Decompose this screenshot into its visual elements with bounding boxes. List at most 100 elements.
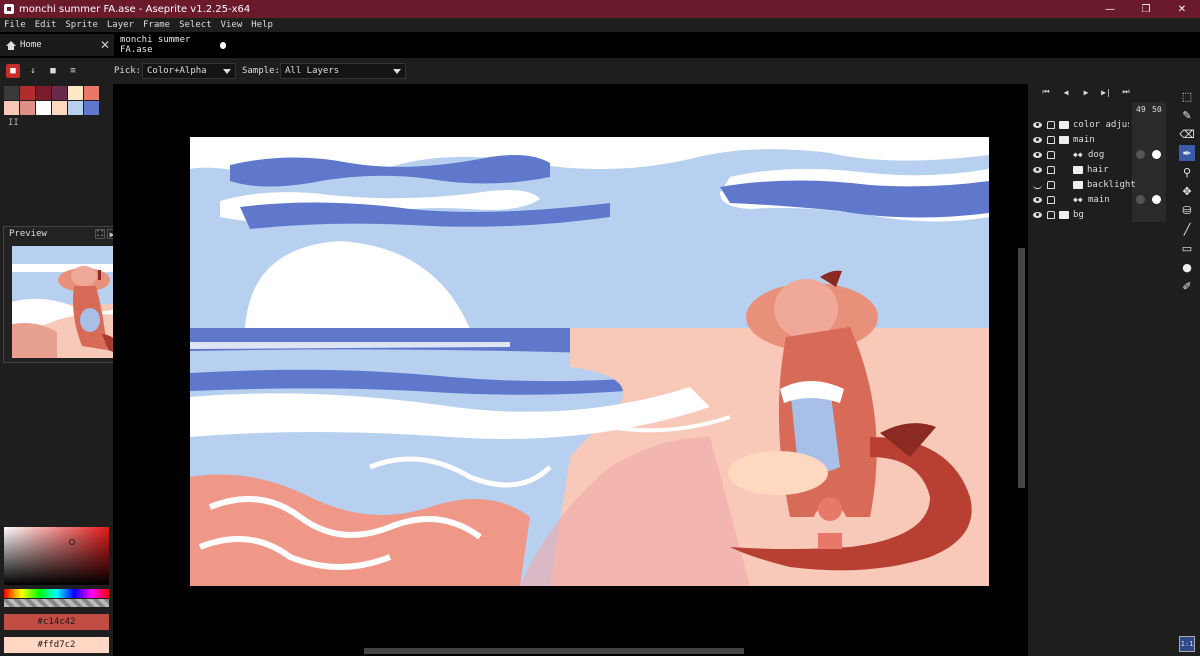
eyedropper-tool-icon[interactable]: ✒	[1179, 145, 1195, 161]
palette-swatch[interactable]	[52, 86, 67, 100]
palette-handle[interactable]: II	[8, 118, 19, 128]
save-icon[interactable]: ■	[46, 64, 60, 78]
eraser-tool-icon[interactable]: ⌫	[1179, 126, 1195, 142]
layer-row[interactable]: hair	[1032, 162, 1170, 177]
palette-swatch[interactable]	[36, 101, 51, 115]
layer-row[interactable]: color adjust	[1032, 117, 1170, 132]
color-cursor[interactable]	[69, 539, 75, 545]
background-color-hex: #ffd7c2	[37, 640, 76, 650]
layer-name: main	[1073, 134, 1095, 145]
visibility-eye-icon[interactable]	[1032, 166, 1044, 174]
palette-swatch[interactable]	[84, 101, 99, 115]
window-title: monchi summer FA.ase - Aseprite v1.2.25-…	[19, 3, 251, 15]
tab-file[interactable]: monchi summer FA.ase	[114, 34, 226, 56]
arrow-down-icon[interactable]: ↓	[26, 64, 40, 78]
visibility-eye-icon[interactable]	[1032, 196, 1044, 204]
lock-icon[interactable]	[1047, 210, 1055, 219]
layer-row[interactable]: ◆◆ main	[1032, 192, 1170, 207]
hue-slider[interactable]	[4, 589, 109, 598]
foreground-color-button[interactable]: #c14c42	[4, 614, 109, 630]
palette-swatch[interactable]	[84, 86, 99, 100]
menu-icon[interactable]: ≡	[66, 64, 80, 78]
layer-row[interactable]: main	[1032, 132, 1170, 147]
menu-bar: File Edit Sprite Layer Frame Select View…	[0, 18, 1200, 32]
lock-icon[interactable]	[1047, 135, 1055, 144]
cel-marker[interactable]	[1136, 195, 1145, 204]
lock-icon[interactable]	[1047, 180, 1055, 189]
lock-alpha-icon[interactable]: ■	[6, 64, 20, 78]
last-frame-button[interactable]: ⏭	[1116, 86, 1136, 98]
play-button[interactable]: ▶	[1076, 86, 1096, 98]
maximize-button[interactable]: ❐	[1128, 0, 1164, 18]
vertical-scrollbar[interactable]	[1018, 248, 1025, 488]
menu-sprite[interactable]: Sprite	[65, 20, 98, 30]
layer-row[interactable]: ◆◆ dog	[1032, 147, 1170, 162]
lock-icon[interactable]	[1047, 120, 1055, 129]
next-frame-button[interactable]: ▶|	[1096, 86, 1116, 98]
first-frame-button[interactable]: ⏮	[1036, 86, 1056, 98]
sample-select[interactable]: All Layers	[280, 63, 406, 79]
menu-file[interactable]: File	[4, 20, 26, 30]
close-button[interactable]: ✕	[1164, 0, 1200, 18]
fullscreen-icon[interactable]: ⛶	[95, 229, 105, 239]
background-color-button[interactable]: #ffd7c2	[4, 637, 109, 653]
rectangle-tool-icon[interactable]: ▭	[1179, 240, 1195, 256]
menu-view[interactable]: View	[221, 20, 243, 30]
folder-icon	[1073, 165, 1083, 174]
home-icon	[6, 40, 16, 50]
cel-marker[interactable]	[1152, 195, 1161, 204]
tab-bar: Home ✕ monchi summer FA.ase	[0, 32, 1200, 58]
paint-bucket-tool-icon[interactable]: ⛁	[1179, 202, 1195, 218]
color-field[interactable]	[4, 527, 109, 585]
previous-frame-button[interactable]: ◀	[1056, 86, 1076, 98]
palette-swatch[interactable]	[68, 86, 83, 100]
palette-swatch[interactable]	[36, 86, 51, 100]
minimize-button[interactable]: —	[1092, 0, 1128, 18]
horizontal-scrollbar[interactable]	[364, 648, 744, 654]
layer-name: dog	[1088, 149, 1105, 160]
visibility-eye-icon[interactable]	[1032, 121, 1044, 129]
sprite-canvas[interactable]	[190, 137, 989, 586]
palette-swatch[interactable]	[4, 86, 19, 100]
visibility-eye-icon[interactable]	[1032, 181, 1044, 189]
menu-edit[interactable]: Edit	[35, 20, 57, 30]
palette-swatch[interactable]	[68, 101, 83, 115]
tab-home[interactable]: Home ✕	[0, 34, 114, 56]
line-tool-icon[interactable]: ╱	[1179, 221, 1195, 237]
cel-marker[interactable]	[1136, 150, 1145, 159]
title-bar: monchi summer FA.ase - Aseprite v1.2.25-…	[0, 0, 1200, 18]
link-icon: ◆◆	[1073, 150, 1083, 159]
canvas-area[interactable]	[113, 84, 1028, 656]
menu-layer[interactable]: Layer	[107, 20, 134, 30]
menu-help[interactable]: Help	[251, 20, 273, 30]
zoom-reset-button[interactable]: 1:1	[1179, 636, 1195, 652]
menu-select[interactable]: Select	[179, 20, 212, 30]
lock-icon[interactable]	[1047, 195, 1055, 204]
lock-icon[interactable]	[1047, 165, 1055, 174]
pick-select[interactable]: Color+Alpha	[142, 63, 236, 79]
layer-row[interactable]: backlight	[1032, 177, 1170, 192]
close-icon[interactable]: ✕	[100, 38, 110, 52]
frame-number[interactable]: 49	[1136, 105, 1146, 114]
layer-name: main	[1088, 194, 1110, 205]
lock-icon[interactable]	[1047, 150, 1055, 159]
visibility-eye-icon[interactable]	[1032, 211, 1044, 219]
palette-swatch[interactable]	[4, 101, 19, 115]
palette-swatch[interactable]	[20, 101, 35, 115]
pencil-tool-icon[interactable]: ✎	[1179, 107, 1195, 123]
zoom-tool-icon[interactable]: ⚲	[1179, 164, 1195, 180]
layer-row[interactable]: bg	[1032, 207, 1170, 222]
cel-marker[interactable]	[1152, 150, 1161, 159]
unsaved-dot-icon	[219, 41, 226, 49]
palette-swatch[interactable]	[52, 101, 67, 115]
move-tool-icon[interactable]: ✥	[1179, 183, 1195, 199]
visibility-eye-icon[interactable]	[1032, 136, 1044, 144]
palette-swatch[interactable]	[20, 86, 35, 100]
blur-tool-icon[interactable]: ●	[1179, 259, 1195, 275]
menu-frame[interactable]: Frame	[143, 20, 170, 30]
alpha-slider[interactable]	[4, 599, 109, 607]
visibility-eye-icon[interactable]	[1032, 151, 1044, 159]
rect-select-tool-icon[interactable]: ⬚	[1179, 88, 1195, 104]
contour-tool-icon[interactable]: ✐	[1179, 278, 1195, 294]
frame-number[interactable]: 50	[1152, 105, 1162, 114]
